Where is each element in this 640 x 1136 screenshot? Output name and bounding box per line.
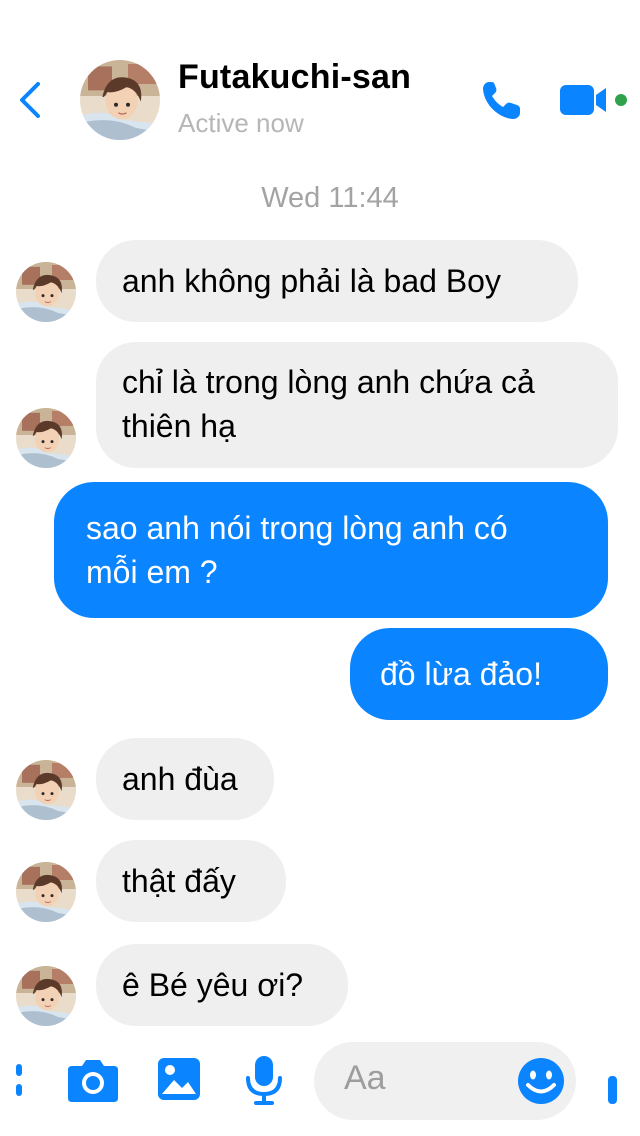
video-camera-icon[interactable] <box>560 82 632 118</box>
message-text-line: chỉ là trong lòng anh chứa cả <box>122 364 535 400</box>
microphone-icon[interactable] <box>244 1054 284 1106</box>
chevron-left-icon[interactable] <box>16 80 46 120</box>
emoji-icon[interactable] <box>516 1056 566 1106</box>
incoming-message-bubble[interactable]: thật đấy <box>96 840 286 922</box>
message-text-line: sao anh nói trong lòng anh có <box>86 510 508 546</box>
contact-avatar-small[interactable] <box>16 862 76 922</box>
message-text: ê Bé yêu ơi? <box>122 967 304 1003</box>
like-icon[interactable] <box>606 1072 620 1106</box>
outgoing-message-bubble[interactable]: sao anh nói trong lòng anh có mỗi em ? <box>54 482 608 618</box>
message-timestamp: Wed 11:44 <box>261 182 399 214</box>
active-status: Active now <box>178 108 304 138</box>
contact-avatar-small[interactable] <box>16 408 76 468</box>
image-icon[interactable] <box>156 1056 202 1102</box>
incoming-message-bubble[interactable]: anh không phải là bad Boy <box>96 240 578 322</box>
more-icon[interactable] <box>14 1062 26 1102</box>
message-text-line: thiên hạ <box>122 408 236 444</box>
message-text: đồ lừa đảo! <box>380 656 542 692</box>
contact-avatar-small[interactable] <box>16 760 76 820</box>
incoming-message-bubble[interactable]: chỉ là trong lòng anh chứa cả thiên hạ <box>96 342 618 468</box>
phone-icon[interactable] <box>480 78 524 122</box>
online-dot <box>615 94 627 106</box>
message-text: anh không phải là bad Boy <box>122 263 501 299</box>
incoming-message-bubble[interactable]: ê Bé yêu ơi? <box>96 944 348 1026</box>
message-text-line: mỗi em ? <box>86 554 218 590</box>
contact-avatar[interactable] <box>80 60 160 140</box>
chat-header: Futakuchi-san Active now <box>0 0 640 160</box>
contact-avatar-small[interactable] <box>16 262 76 322</box>
message-input-placeholder: Aa <box>344 1059 386 1097</box>
outgoing-message-bubble[interactable]: đồ lừa đảo! <box>350 628 608 720</box>
contact-avatar-small[interactable] <box>16 966 76 1026</box>
camera-icon[interactable] <box>66 1056 120 1104</box>
incoming-message-bubble[interactable]: anh đùa <box>96 738 274 820</box>
message-text: anh đùa <box>122 761 238 797</box>
contact-name[interactable]: Futakuchi-san <box>178 58 411 97</box>
message-text: thật đấy <box>122 863 236 899</box>
